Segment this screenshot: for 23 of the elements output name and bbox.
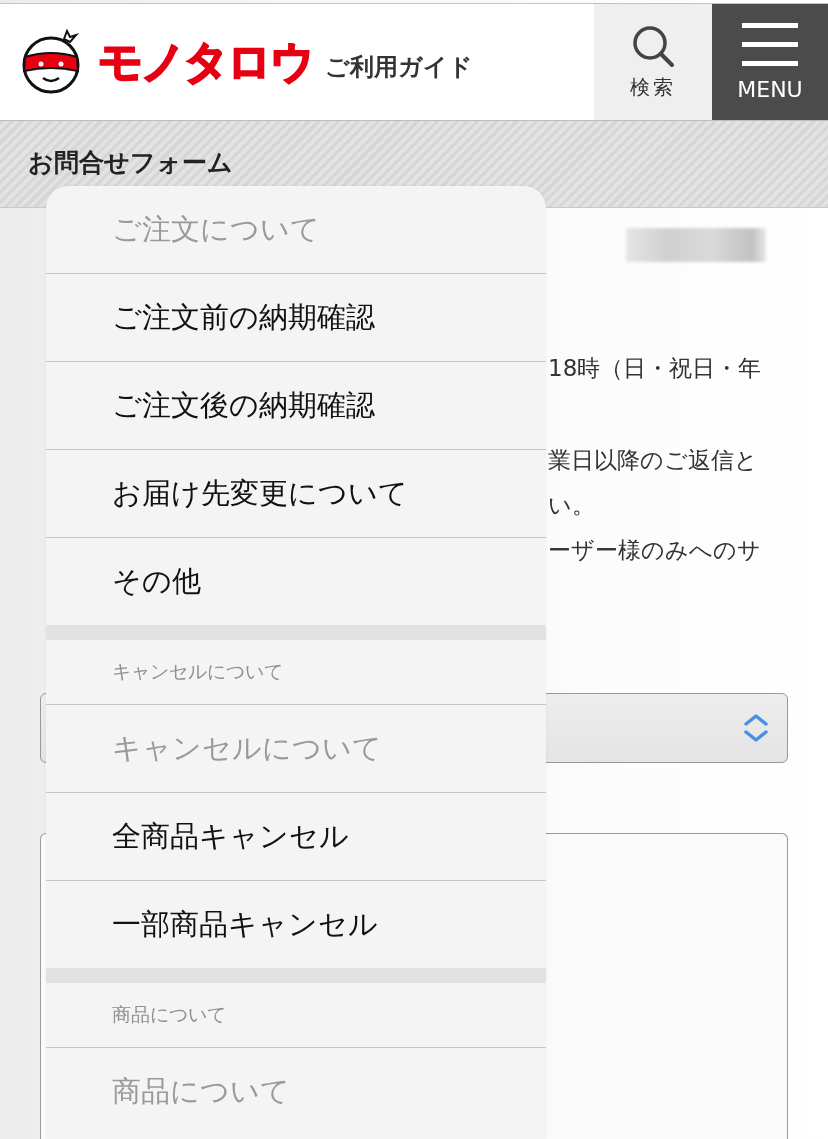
logo-text[interactable]: モノタロウ	[98, 32, 313, 92]
body-text: ーザー様のみへのサ	[548, 536, 762, 565]
page-title: お問合せフォーム	[28, 146, 233, 179]
picker-option: キャンセルについて	[46, 705, 546, 793]
picker-option[interactable]: ご注文後の納期確認	[46, 362, 546, 450]
search-icon	[631, 23, 675, 68]
group-label: キャンセルについて	[112, 659, 283, 684]
picker-option[interactable]: お届け先変更について	[46, 450, 546, 538]
picker-option[interactable]: その他	[46, 538, 546, 625]
body-text: 業日以降のご返信と	[548, 446, 759, 475]
updown-chevron-icon	[743, 713, 769, 743]
body-text: 18時（日・祝日・年	[548, 354, 763, 383]
picker-option[interactable]: ご注文前の納期確認	[46, 274, 546, 362]
picker-option: 商品について	[46, 1048, 546, 1135]
guide-label: ご利用ガイド	[325, 52, 473, 83]
body-text: い。	[548, 491, 596, 520]
picker-option[interactable]: 全商品キャンセル	[46, 793, 546, 881]
group-label: 商品について	[112, 1002, 226, 1027]
menu-button[interactable]: MENU	[712, 4, 828, 120]
picker-option[interactable]: 一部商品キャンセル	[46, 881, 546, 968]
menu-icon	[742, 22, 798, 67]
search-button[interactable]: 検索	[594, 4, 712, 120]
picker-option: ご注文について	[46, 186, 546, 274]
